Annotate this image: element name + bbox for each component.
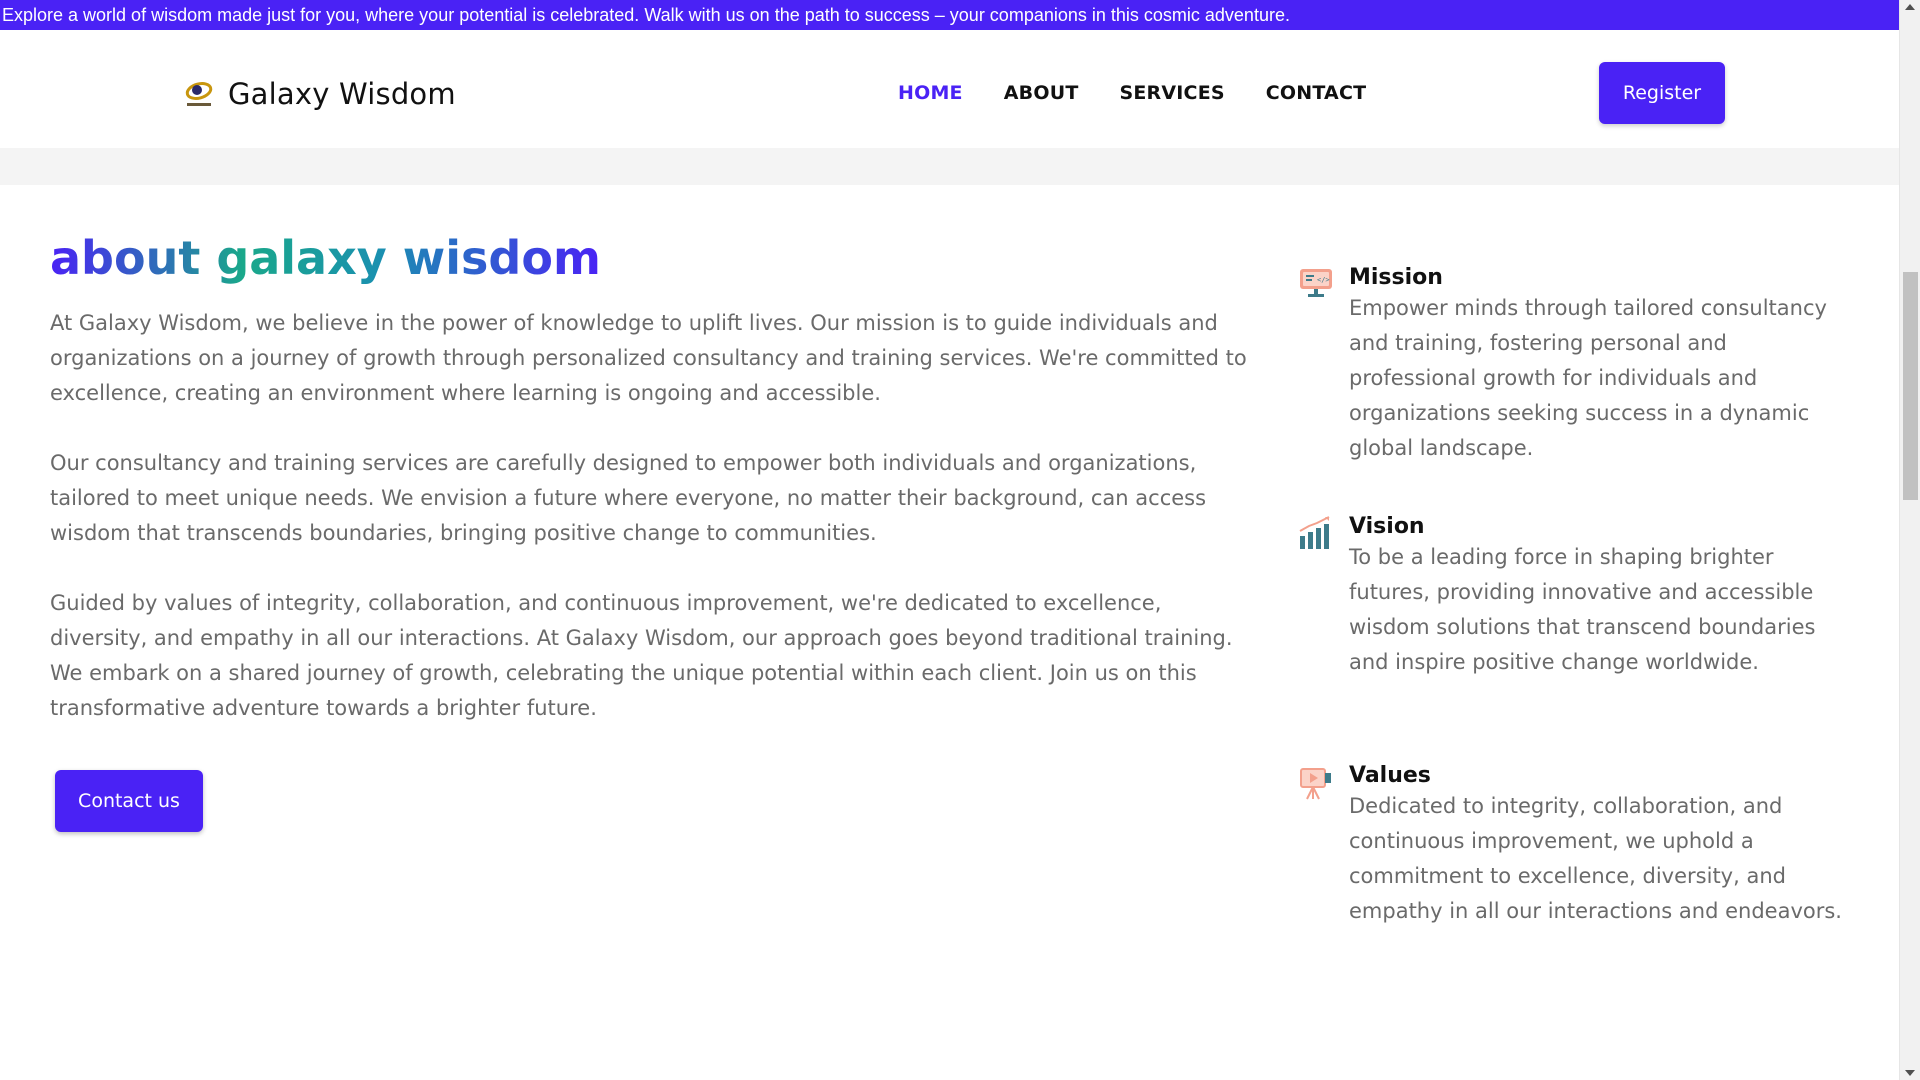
nav-about[interactable]: ABOUT (1004, 82, 1079, 104)
nav-contact[interactable]: CONTACT (1266, 82, 1367, 104)
nav-services[interactable]: SERVICES (1119, 82, 1224, 104)
about-paragraph-1: At Galaxy Wisdom, we believe in the powe… (50, 311, 1247, 405)
galaxy-logo-icon (185, 82, 213, 106)
announcement-ticker: Explore a world of wisdom made just for … (0, 0, 1899, 30)
feature-title: Values (1349, 763, 1431, 788)
feature-title: Mission (1349, 265, 1443, 290)
brand-name: Galaxy Wisdom (228, 77, 456, 111)
feature-text: Dedicated to integrity, collaboration, a… (1349, 794, 1842, 923)
ticker-text: Explore a world of wisdom made just for … (2, 5, 1290, 25)
monitor-icon: </> (1300, 269, 1332, 297)
feature-text: To be a leading force in shaping brighte… (1349, 545, 1816, 674)
scroll-thumb[interactable] (1903, 272, 1918, 500)
page-scrollbar[interactable] (1899, 0, 1920, 1080)
nav-home[interactable]: HOME (898, 82, 963, 104)
section-divider (0, 148, 1899, 185)
feature-text: Empower minds through tailored consultan… (1349, 296, 1827, 460)
about-paragraph-2: Our consultancy and training services ar… (50, 451, 1207, 545)
presentation-icon (1300, 768, 1331, 800)
bar-chart-icon (1299, 516, 1330, 549)
register-button[interactable]: Register (1599, 62, 1725, 124)
contact-us-button[interactable]: Contact us (55, 770, 203, 832)
site-header: Galaxy Wisdom HOME ABOUT SERVICES CONTAC… (0, 30, 1899, 148)
logo[interactable]: Galaxy Wisdom (182, 77, 456, 111)
about-paragraph-3: Guided by values of integrity, collabora… (50, 591, 1233, 720)
scroll-down-arrow-icon[interactable] (1905, 1070, 1915, 1076)
svg-text:</>: </> (1317, 276, 1330, 284)
scroll-up-arrow-icon[interactable] (1905, 4, 1915, 10)
about-title: about galaxy wisdom (50, 231, 601, 285)
feature-title: Vision (1349, 514, 1425, 539)
main-nav: HOME ABOUT SERVICES CONTACT (898, 82, 1407, 104)
